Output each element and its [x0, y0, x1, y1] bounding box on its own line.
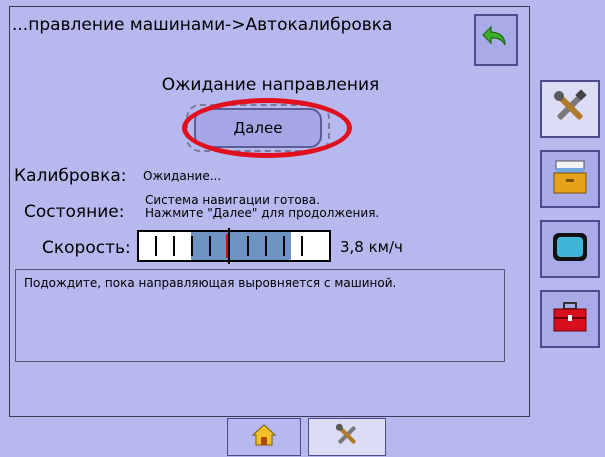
- speed-bar-tick: [155, 236, 157, 256]
- file-cabinet-icon: [550, 157, 590, 201]
- tools-icon: [550, 87, 590, 131]
- message-box: Подождите, пока направляющая выровняется…: [15, 269, 505, 362]
- waiting-direction-text: Ожидание направления: [161, 75, 380, 95]
- tab-tools[interactable]: [308, 418, 386, 456]
- speed-bar-tick: [265, 236, 267, 256]
- toolbox-icon: [550, 297, 590, 341]
- speed-bar-tick: [283, 236, 285, 256]
- display-icon: [550, 227, 590, 271]
- sidebar-item-tools[interactable]: [540, 80, 600, 138]
- speed-bar-tick: [247, 236, 249, 256]
- sidebar-item-files[interactable]: [540, 150, 600, 208]
- calibration-label: Калибровка:: [14, 166, 127, 186]
- state-line-2: Нажмите "Далее" для продолжения.: [145, 206, 380, 220]
- speed-bar-tick: [301, 236, 303, 256]
- speed-bar-fill: [191, 232, 291, 260]
- back-button[interactable]: [474, 14, 518, 66]
- speed-label: Скорость:: [42, 238, 131, 258]
- back-arrow-icon: [481, 23, 511, 57]
- speed-bar-tick: [173, 236, 175, 256]
- tab-home[interactable]: [227, 418, 301, 456]
- message-text: Подождите, пока направляющая выровняется…: [24, 276, 397, 290]
- speed-value: 3,8 км/ч: [340, 238, 403, 256]
- calibration-value: Ожидание...: [143, 169, 222, 183]
- speed-bar-tick: [209, 236, 211, 256]
- home-icon: [251, 423, 277, 451]
- page-title: ...правление машинами->Автокалибровка: [12, 15, 393, 35]
- speed-bar: [137, 228, 331, 264]
- tools-icon: [333, 421, 361, 453]
- sidebar-item-toolbox[interactable]: [540, 290, 600, 348]
- speed-bar-tick: [191, 236, 193, 256]
- next-button[interactable]: Далее: [194, 108, 322, 148]
- speed-center-line: [228, 228, 230, 264]
- sidebar-item-display[interactable]: [540, 220, 600, 278]
- state-label: Состояние:: [24, 202, 125, 222]
